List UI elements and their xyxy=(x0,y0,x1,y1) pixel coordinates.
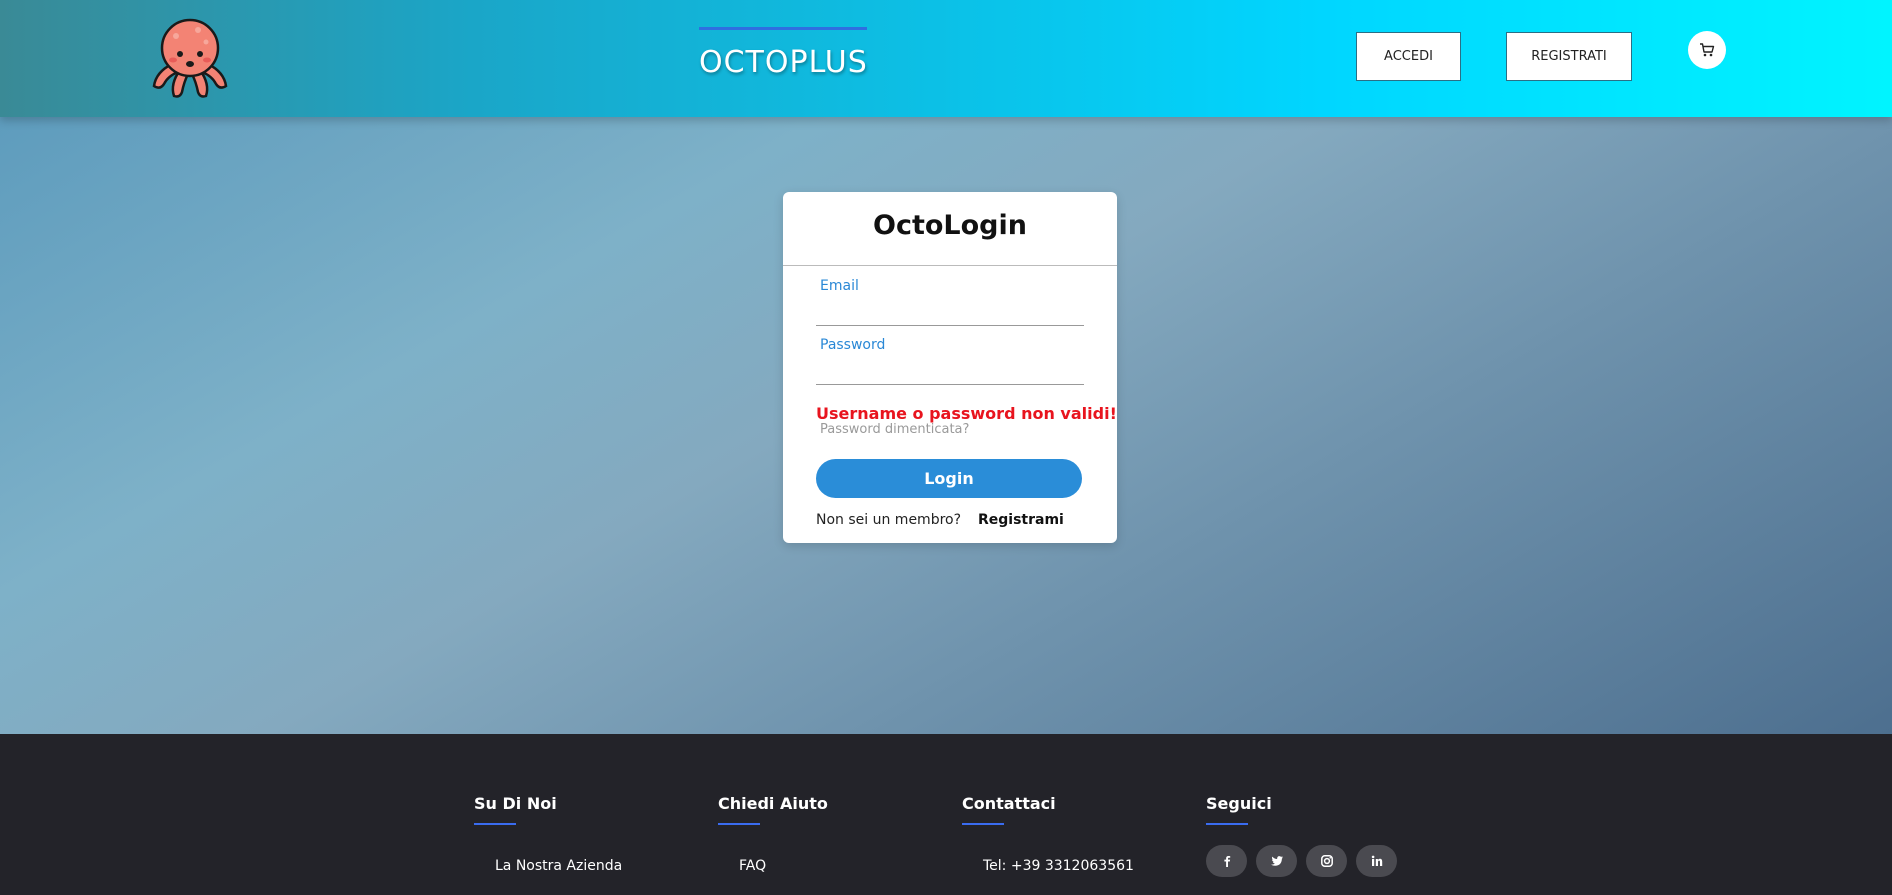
brand-title[interactable]: OCTOPLUS xyxy=(699,45,867,80)
facebook-icon xyxy=(1223,856,1230,867)
footer-column-title: Contattaci xyxy=(962,794,1056,813)
email-field[interactable] xyxy=(816,297,1084,321)
accedi-button[interactable]: ACCEDI xyxy=(1356,32,1461,81)
site-header: OCTOPLUS ACCEDI REGISTRATI xyxy=(0,0,1892,117)
main-area: OctoLogin Email Password Username o pass… xyxy=(0,117,1892,734)
error-message: Username o password non validi! xyxy=(816,404,1117,423)
footer-link-faq[interactable]: FAQ xyxy=(739,858,766,874)
footer-title-underline xyxy=(962,823,1004,825)
footer-title-underline xyxy=(1206,823,1248,825)
password-label: Password xyxy=(820,337,886,353)
linkedin-icon xyxy=(1371,855,1382,866)
footer-column-title: Chiedi Aiuto xyxy=(718,794,828,813)
footer-title-underline xyxy=(718,823,760,825)
instagram-button[interactable] xyxy=(1306,845,1347,877)
instagram-icon xyxy=(1320,855,1333,867)
email-underline xyxy=(816,325,1084,326)
brand-underline xyxy=(699,27,867,30)
login-title: OctoLogin xyxy=(873,210,1027,241)
cart-button[interactable] xyxy=(1688,31,1726,69)
linkedin-button[interactable] xyxy=(1356,845,1397,877)
member-prompt: Non sei un membro? xyxy=(816,512,962,528)
twitter-button[interactable] xyxy=(1256,845,1297,877)
footer-column-contact: Contattaci xyxy=(962,794,1056,825)
email-label: Email xyxy=(820,278,859,294)
password-underline xyxy=(816,384,1084,385)
title-divider xyxy=(783,265,1117,266)
footer-title-underline xyxy=(474,823,516,825)
footer-link-azienda[interactable]: La Nostra Azienda xyxy=(495,858,622,874)
password-field[interactable] xyxy=(816,356,1084,380)
facebook-button[interactable] xyxy=(1206,845,1247,877)
registrati-button[interactable]: REGISTRATI xyxy=(1506,32,1632,81)
octopus-logo-icon[interactable] xyxy=(146,14,234,102)
forgot-password-link[interactable]: Password dimenticata? xyxy=(820,422,969,437)
brand-block: OCTOPLUS xyxy=(699,27,867,80)
footer-column-title: Seguici xyxy=(1206,794,1272,813)
footer-column-help: Chiedi Aiuto xyxy=(718,794,828,825)
footer-column-social: Seguici xyxy=(1206,794,1272,825)
footer-column-about: Su Di Noi xyxy=(474,794,557,825)
cart-icon xyxy=(1700,43,1715,57)
footer-phone[interactable]: Tel: +39 3312063561 xyxy=(983,858,1134,874)
footer-column-title: Su Di Noi xyxy=(474,794,557,813)
site-footer: Su Di Noi La Nostra Azienda Chiedi Aiuto… xyxy=(0,734,1892,895)
login-card: OctoLogin Email Password Username o pass… xyxy=(783,192,1117,543)
login-button[interactable]: Login xyxy=(816,459,1082,498)
register-link[interactable]: Registrami xyxy=(978,512,1064,528)
twitter-icon xyxy=(1270,856,1283,866)
